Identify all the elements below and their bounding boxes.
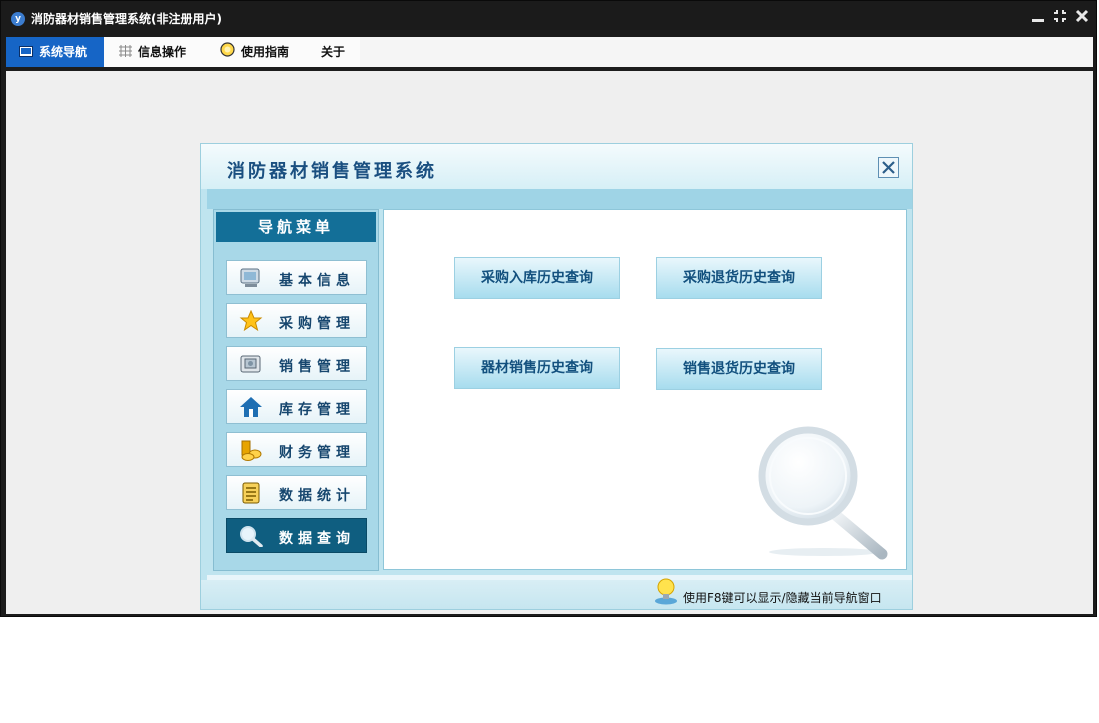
nav-item-sales[interactable]: 销售管理	[226, 346, 367, 381]
tab-label: 系统导航	[39, 45, 88, 59]
restore-icon[interactable]	[1053, 9, 1067, 27]
magnifier-illustration-icon	[754, 420, 894, 564]
document-icon	[239, 482, 263, 504]
minimize-icon[interactable]	[1031, 9, 1045, 27]
nav-item-label: 数据统计	[279, 488, 355, 504]
dialog-title: 消防器材销售管理系统	[227, 161, 437, 182]
coins-icon	[239, 439, 263, 461]
dialog-close-button[interactable]	[878, 157, 899, 178]
menu-bar: 系统导航 信息操作 使用指南 关于	[6, 37, 1093, 67]
purchase-inbound-history-button[interactable]: 采购入库历史查询	[454, 257, 620, 299]
nav-item-basic-info[interactable]: 基本信息	[226, 260, 367, 295]
tab-user-guide[interactable]: 使用指南	[206, 37, 308, 67]
nav-menu-header: 导航菜单	[216, 212, 376, 242]
nav-item-inventory[interactable]: 库存管理	[226, 389, 367, 424]
tab-info-operation[interactable]: 信息操作	[104, 37, 206, 67]
footer-hint: 使用F8键可以显示/隐藏当前导航窗口	[683, 591, 882, 605]
dialog-band	[207, 189, 912, 209]
sales-return-history-button[interactable]: 销售退货历史查询	[656, 348, 822, 390]
monitor-icon	[239, 267, 263, 289]
nav-item-purchase[interactable]: 采购管理	[226, 303, 367, 338]
nav-item-label: 基本信息	[279, 273, 355, 289]
title-bar: y 消防器材销售管理系统(非注册用户)	[1, 1, 1098, 37]
close-icon	[882, 161, 895, 174]
photo-album-icon	[239, 353, 263, 375]
app-logo-icon: y	[11, 12, 25, 26]
nav-item-label: 采购管理	[279, 316, 355, 332]
nav-item-label: 数据查询	[279, 531, 355, 547]
nav-item-label: 财务管理	[279, 445, 355, 461]
purchase-return-history-button[interactable]: 采购退货历史查询	[656, 257, 822, 299]
tab-label: 信息操作	[138, 45, 187, 59]
tab-label: 关于	[321, 45, 346, 59]
query-content-panel: 采购入库历史查询 采购退货历史查询 器材销售历史查询 销售退货历史查询	[383, 209, 907, 570]
nav-item-label: 库存管理	[279, 402, 355, 418]
magnifier-icon	[239, 525, 263, 548]
nav-item-finance[interactable]: 财务管理	[226, 432, 367, 467]
tab-about[interactable]: 关于	[308, 37, 360, 67]
star-icon	[239, 309, 263, 332]
nav-menu: 导航菜单 基本信息 采购管理 销售管理 库存管理 财务管理 数据统计 数据查询	[213, 209, 379, 571]
tab-label: 使用指南	[241, 45, 290, 59]
nav-item-statistics[interactable]: 数据统计	[226, 475, 367, 510]
dialog-footer: 使用F8键可以显示/隐藏当前导航窗口	[201, 577, 912, 609]
monitor-icon	[19, 38, 33, 68]
nav-item-label: 销售管理	[279, 359, 355, 375]
lightbulb-hint-icon	[653, 577, 679, 609]
tab-system-navigation[interactable]: 系统导航	[6, 37, 104, 67]
nav-item-data-query[interactable]: 数据查询	[226, 518, 367, 553]
house-icon	[239, 396, 263, 418]
lightbulb-icon	[220, 38, 235, 68]
equipment-sales-history-button[interactable]: 器材销售历史查询	[454, 347, 620, 389]
close-icon[interactable]	[1075, 9, 1089, 27]
navigation-dialog: 消防器材销售管理系统 导航菜单 基本信息 采购管理 销售管理 库存管理 财务管理…	[200, 143, 913, 610]
grid-icon	[119, 38, 132, 68]
window-title: 消防器材销售管理系统(非注册用户)	[31, 12, 222, 26]
dialog-header: 消防器材销售管理系统	[201, 144, 912, 189]
